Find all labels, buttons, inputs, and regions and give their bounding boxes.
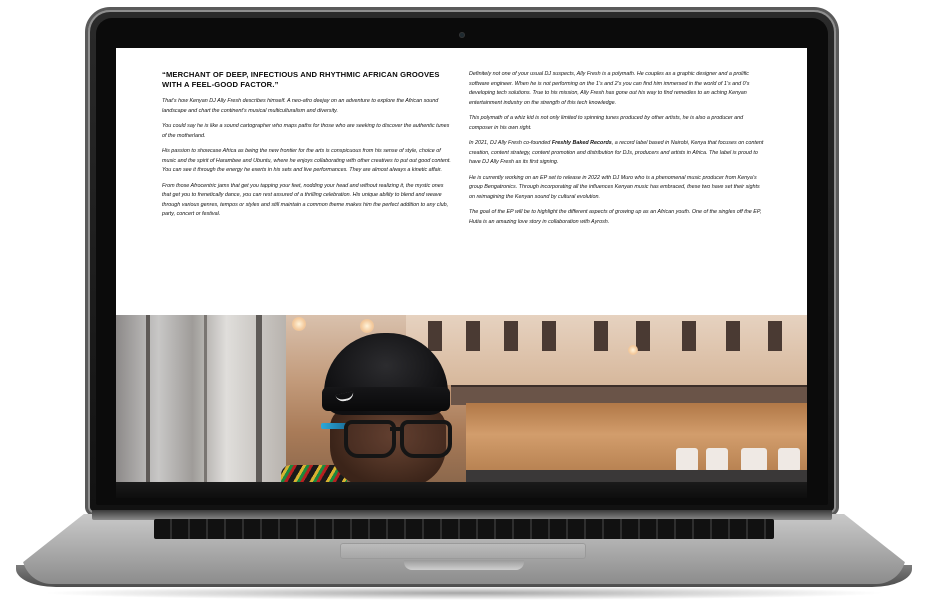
photo-window	[428, 321, 442, 351]
laptop-screen: “MERCHANT OF DEEP, INFECTIOUS AND RHYTHM…	[116, 48, 807, 482]
article-paragraph: That’s how Kenyan DJ Ally Fresh describe…	[162, 98, 439, 114]
photo-light	[628, 345, 638, 355]
photo-window	[594, 321, 608, 351]
laptop-trackpad	[340, 543, 586, 559]
photo-pole	[146, 315, 150, 482]
photo-window	[768, 321, 782, 351]
photo-window	[726, 321, 740, 351]
article-paragraph: From those Afrocentric jams that get you…	[162, 182, 449, 218]
photo-cup	[676, 448, 698, 472]
article-left-column: “MERCHANT OF DEEP, INFECTIOUS AND RHYTHM…	[162, 70, 452, 226]
photo-cup	[741, 448, 767, 472]
photo-light	[292, 317, 306, 331]
photo-counter	[466, 470, 807, 482]
record-label-link[interactable]: Freshly Baked Records	[552, 140, 612, 146]
photo-light	[360, 319, 374, 333]
article-right-column: Definitely not one of your usual DJ susp…	[469, 70, 767, 233]
dj-portrait-photo	[116, 315, 807, 482]
photo-window	[682, 321, 696, 351]
screen-chin	[116, 482, 807, 498]
article-paragraph: In 2021, DJ Ally Fresh co-founded Freshl…	[469, 139, 767, 168]
laptop-lid-notch	[404, 560, 524, 570]
paragraph-text: In 2021, DJ Ally Fresh co-founded	[469, 140, 552, 146]
photo-awning	[451, 385, 807, 405]
photo-cup	[778, 448, 800, 472]
photo-window	[636, 321, 650, 351]
photo-pole	[256, 315, 262, 482]
article-paragraph: Definitely not one of your usual DJ susp…	[469, 71, 750, 106]
photo-window	[504, 321, 518, 351]
glasses-lens-right	[400, 420, 452, 458]
photo-pole	[204, 315, 207, 482]
photo-window	[466, 321, 480, 351]
article-paragraph: His passion to showcase Africa as being …	[162, 148, 451, 173]
article-paragraph: You could say he is like a sound cartogr…	[162, 123, 450, 139]
webcam-icon	[459, 32, 465, 38]
glasses-bridge	[390, 427, 402, 431]
article-paragraph: He is currently working on an EP set to …	[469, 174, 760, 200]
article-paragraph: This polymath of a whiz kid is not only …	[469, 115, 744, 131]
photo-window	[542, 321, 556, 351]
laptop-keyboard	[154, 519, 774, 539]
laptop-shadow	[40, 586, 888, 600]
article-headline: “MERCHANT OF DEEP, INFECTIOUS AND RHYTHM…	[162, 70, 440, 89]
photo-cup	[706, 448, 728, 472]
article-paragraph: The goal of the EP will be to highlight …	[469, 209, 762, 225]
glasses-lens-left	[344, 420, 396, 458]
